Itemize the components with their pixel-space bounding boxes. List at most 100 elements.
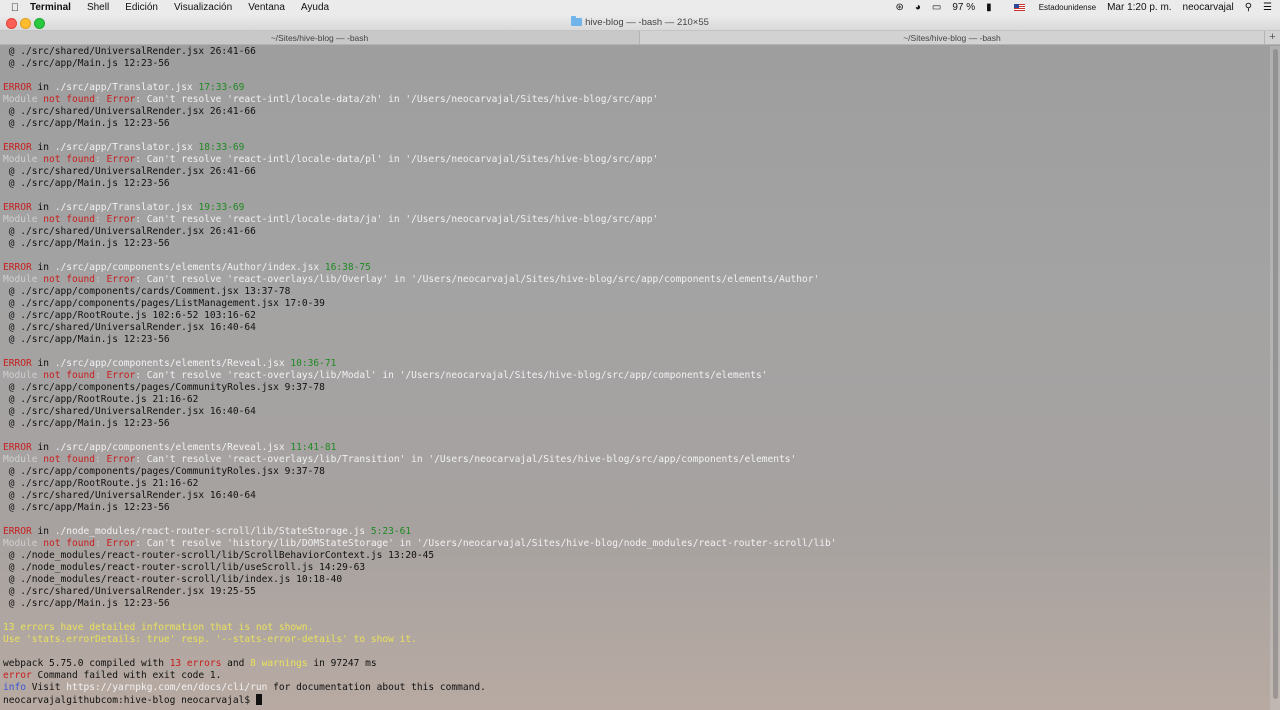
window-title-text: hive-blog — -bash — 210×55 — [585, 17, 709, 28]
user-name[interactable]: neocarvajal — [1183, 2, 1234, 13]
terminal-line: @ ./src/shared/UniversalRender.jsx 19:25… — [3, 586, 1270, 598]
terminal-text: @ ./src/app/Main.js 12:23-56 — [3, 238, 170, 249]
terminal-text: ./src/app/Translator.jsx — [54, 202, 193, 213]
terminal-text: @ ./src/shared/UniversalRender.jsx 26:41… — [3, 166, 256, 177]
terminal-text: ./src/app/components/elements/Author/ind… — [54, 262, 320, 273]
menu-edicion[interactable]: Edición — [125, 2, 158, 13]
terminal-line: ERROR in ./src/app/Translator.jsx 19:33-… — [3, 202, 1270, 214]
terminal-text: @ ./src/app/RootRoute.js 21:16-62 — [3, 478, 199, 489]
terminal-line: @ ./src/app/components/pages/CommunityRo… — [3, 466, 1270, 478]
terminal-text: : — [94, 538, 107, 549]
terminal-line: @ ./node_modules/react-router-scroll/lib… — [3, 550, 1270, 562]
terminal-text: 5:23-61 — [365, 526, 412, 537]
terminal-text: @ ./src/shared/UniversalRender.jsx 19:25… — [3, 586, 256, 597]
terminal-text: Error — [106, 274, 136, 285]
terminal-line: @ ./src/shared/UniversalRender.jsx 16:40… — [3, 490, 1270, 502]
terminal-text: 11:41-81 — [284, 442, 337, 453]
terminal-text: 10:36-71 — [284, 358, 337, 369]
clock[interactable]: Mar 1:20 p. m. — [1107, 2, 1171, 13]
terminal-text: Error — [106, 370, 136, 381]
bluetooth-icon[interactable]: ⊛ — [895, 2, 903, 13]
menu-visualizacion[interactable]: Visualización — [174, 2, 232, 13]
terminal-line: @ ./src/app/RootRoute.js 21:16-62 — [3, 478, 1270, 490]
input-source[interactable]: Estadounidense — [1003, 2, 1096, 13]
menu-shell[interactable]: Shell — [87, 2, 109, 13]
terminal-line: @ ./src/app/Main.js 12:23-56 — [3, 502, 1270, 514]
terminal-line: @ ./src/app/Main.js 12:23-56 — [3, 118, 1270, 130]
scrollbar-thumb[interactable] — [1273, 49, 1278, 699]
terminal-text: Error — [106, 94, 136, 105]
terminal-line: @ ./src/app/Main.js 12:23-56 — [3, 598, 1270, 610]
apple-icon[interactable]:  — [0, 2, 30, 14]
terminal-text: ./src/app/components/elements/Reveal.jsx — [54, 358, 285, 369]
terminal-line: @ ./src/shared/UniversalRender.jsx 26:41… — [3, 46, 1270, 58]
terminal-text: Module — [3, 538, 44, 549]
terminal-text: : Can't resolve 'history/lib/DOMStateSto… — [135, 538, 837, 549]
terminal-line: @ ./src/app/components/pages/CommunityRo… — [3, 382, 1270, 394]
tab-2[interactable]: ~/Sites/hive-blog — -bash — [640, 31, 1265, 44]
tab-bar: ~/Sites/hive-blog — -bash ~/Sites/hive-b… — [0, 31, 1280, 45]
terminal-line: Module not found: Error: Can't resolve '… — [3, 274, 1270, 286]
terminal-text: in — [31, 82, 55, 93]
terminal-text: @ ./src/app/Main.js 12:23-56 — [3, 418, 170, 429]
terminal-text: Module — [3, 214, 44, 225]
terminal-text: @ ./node_modules/react-router-scroll/lib… — [3, 574, 343, 585]
terminal-text: for documentation about this command. — [267, 682, 486, 693]
terminal-line: @ ./src/app/components/pages/ListManagem… — [3, 298, 1270, 310]
status-area: ⊛ ◕ ▭ 97 % ▮ Estadounidense Mar 1:20 p. … — [884, 2, 1280, 13]
terminal-text: @ ./src/app/Main.js 12:23-56 — [3, 58, 170, 69]
terminal-text: @ ./src/shared/UniversalRender.jsx 26:41… — [3, 226, 256, 237]
terminal-text: ERROR — [3, 358, 32, 369]
terminal-text: info — [3, 682, 26, 693]
terminal-text: @ ./src/app/Main.js 12:23-56 — [3, 502, 170, 513]
window-title: hive-blog — -bash — 210×55 — [0, 15, 1280, 31]
menu-ayuda[interactable]: Ayuda — [301, 2, 329, 13]
terminal-text: @ ./src/app/Main.js 12:23-56 — [3, 334, 170, 345]
terminal-text: : — [94, 454, 107, 465]
wifi-icon[interactable]: ◕ — [915, 2, 921, 13]
terminal-text: webpack 5.75.0 compiled with — [3, 658, 170, 669]
terminal-text: : — [94, 94, 107, 105]
terminal-text: in — [31, 358, 55, 369]
terminal-line: Module not found: Error: Can't resolve '… — [3, 454, 1270, 466]
menu-ventana[interactable]: Ventana — [248, 2, 285, 13]
terminal-text: ERROR — [3, 442, 32, 453]
spotlight-search-icon[interactable]: ⚲ — [1245, 2, 1252, 13]
terminal-text: Module — [3, 370, 44, 381]
terminal-text: @ ./src/shared/UniversalRender.jsx 16:40… — [3, 490, 256, 501]
terminal-text: error — [3, 670, 32, 681]
terminal-text: ERROR — [3, 82, 32, 93]
terminal-text: @ ./src/app/components/pages/ListManagem… — [3, 298, 325, 309]
terminal-text: ./src/app/components/elements/Reveal.jsx — [54, 442, 285, 453]
terminal-line: Module not found: Error: Can't resolve '… — [3, 154, 1270, 166]
terminal-line: Module not found: Error: Can't resolve '… — [3, 94, 1270, 106]
terminal-text: Error — [106, 154, 136, 165]
terminal-text: @ ./src/app/Main.js 12:23-56 — [3, 118, 170, 129]
us-flag-icon — [1013, 4, 1025, 11]
terminal-text: not found — [43, 370, 95, 381]
terminal-text: ERROR — [3, 202, 32, 213]
terminal-text: : Can't resolve 'react-overlays/lib/Over… — [135, 274, 820, 285]
terminal-text: ERROR — [3, 262, 32, 273]
terminal-line: 13 errors have detailed information that… — [3, 622, 1270, 634]
terminal-text: ./src/app/Translator.jsx — [54, 142, 193, 153]
notification-center-icon[interactable]: ☰ — [1263, 2, 1272, 13]
terminal-text: : — [94, 370, 107, 381]
terminal-text: ./src/app/Translator.jsx — [54, 82, 193, 93]
scrollbar[interactable] — [1270, 46, 1280, 710]
battery-icon[interactable]: ▮ — [986, 2, 992, 13]
terminal-line: @ ./src/shared/UniversalRender.jsx 16:40… — [3, 322, 1270, 334]
terminal-output[interactable]: @ ./src/shared/UniversalRender.jsx 26:41… — [0, 46, 1270, 710]
new-tab-button[interactable]: + — [1265, 31, 1280, 44]
battery-percent[interactable]: 97 % — [952, 2, 975, 13]
terminal-text: : — [94, 154, 107, 165]
tab-1[interactable]: ~/Sites/hive-blog — -bash — [0, 31, 640, 44]
terminal-line: ERROR in ./src/app/components/elements/R… — [3, 442, 1270, 454]
airplay-icon[interactable]: ▭ — [932, 2, 941, 13]
terminal-text: Module — [3, 154, 44, 165]
terminal-line: webpack 5.75.0 compiled with 13 errors a… — [3, 658, 1270, 670]
menu-app-terminal[interactable]: Terminal — [30, 2, 71, 13]
